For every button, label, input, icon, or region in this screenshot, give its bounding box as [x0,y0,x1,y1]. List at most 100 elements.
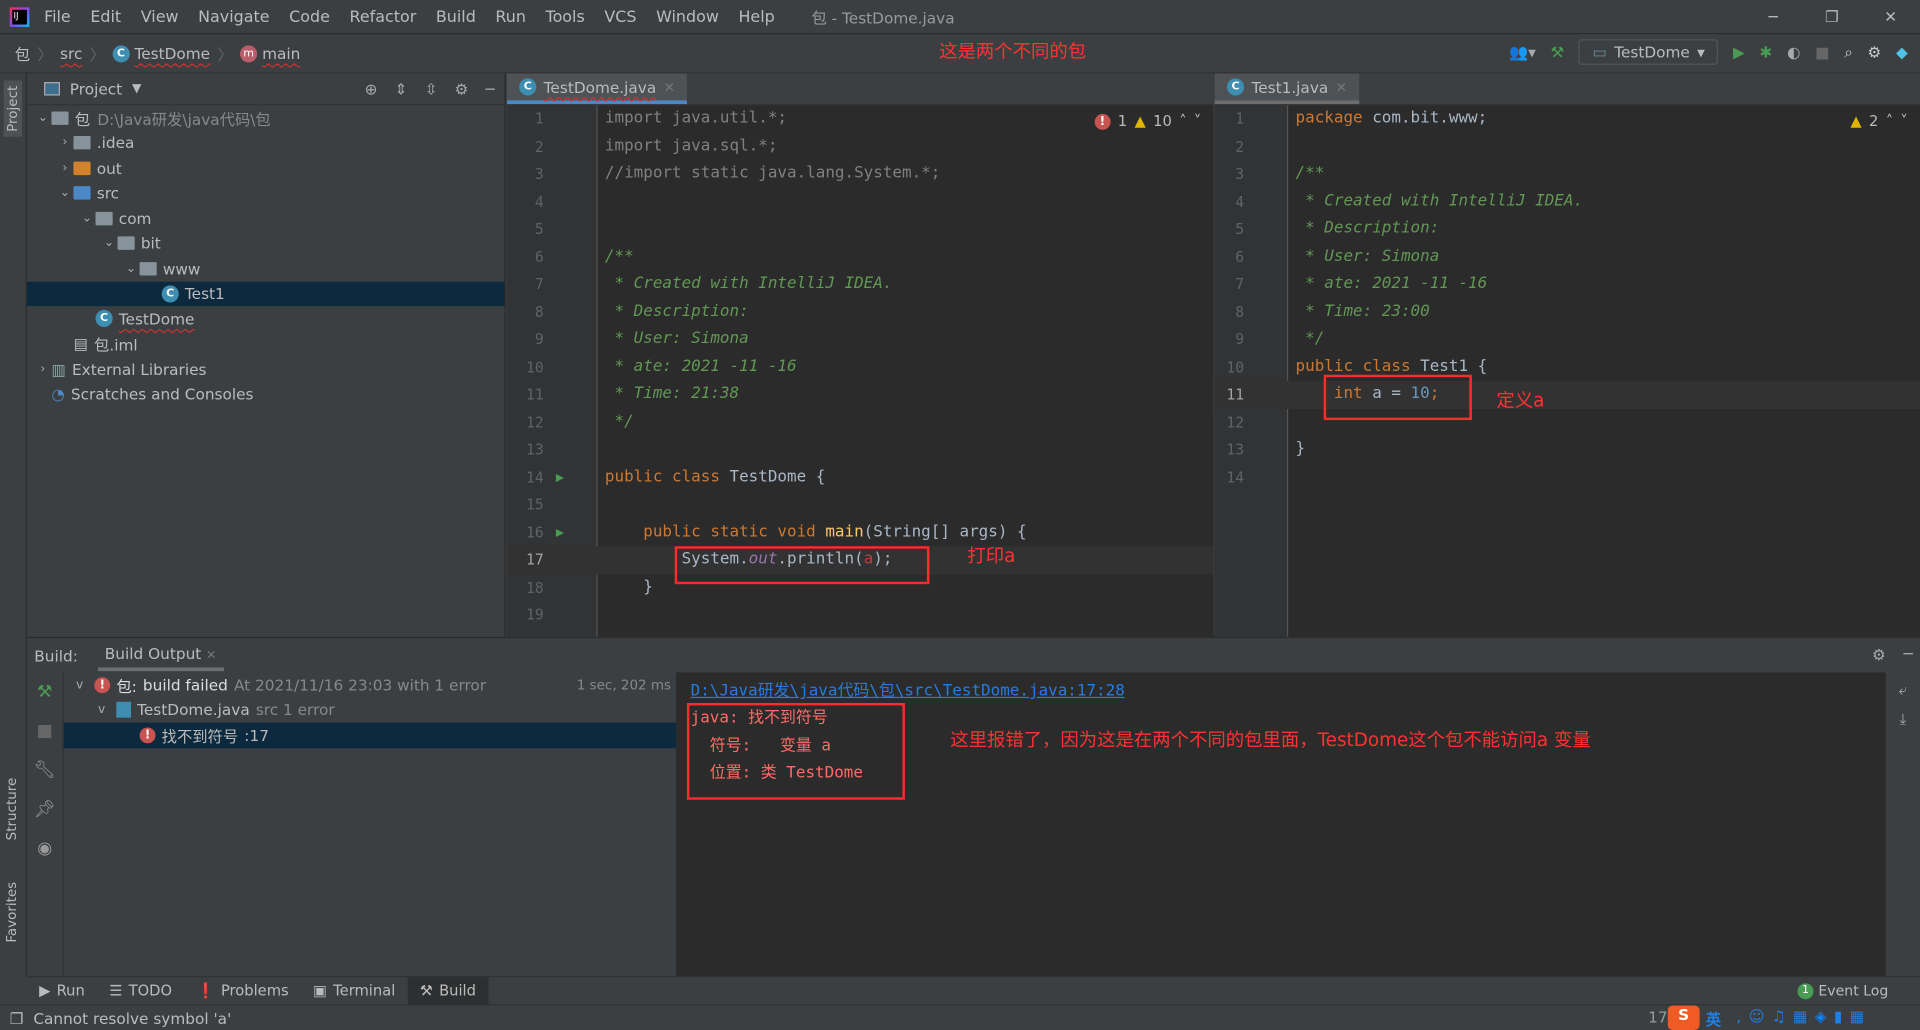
menu-file[interactable]: File [44,8,71,26]
code-line[interactable]: 3 /** [1215,160,1920,188]
breadcrumb-method[interactable]: m main [240,44,300,62]
event-log-button[interactable]: 1 Event Log [1797,982,1888,999]
coverage-icon[interactable]: ◐ [1787,43,1800,61]
menu-edit[interactable]: Edit [90,8,121,26]
search-icon[interactable]: ⌕ [1844,42,1853,62]
chevron-right-icon[interactable]: › [56,161,73,174]
code-line[interactable]: 10 public class Test1 { [1215,353,1920,381]
breadcrumb-root[interactable]: 包 [15,42,30,65]
build-tree-root[interactable]: v! 包: build failed At 2021/11/16 23:03 with… [64,672,676,697]
code-line[interactable]: 7 * Created with IntelliJ IDEA. [507,271,1214,299]
run-gutter-icon[interactable]: ▶ [556,464,564,492]
tool-tab-terminal[interactable]: ▣ Terminal [301,977,408,1005]
sogou-ime-icon[interactable]: S [1667,1005,1700,1030]
collapse-all-icon[interactable]: ⇳ [425,80,438,98]
code-line[interactable]: 1 package com.bit.www; [1215,105,1920,133]
rebuild-hammer-icon[interactable]: ⚒ [27,672,63,711]
wrench-icon[interactable]: 🔧︎ [27,751,63,790]
status-toggle-icon[interactable]: ❐ [10,1009,24,1027]
tool-tab-problems[interactable]: ❗ Problems [184,977,301,1005]
code-line[interactable]: 7 * ate: 2021 -11 -16 [1215,271,1920,299]
debug-icon[interactable]: ✱ [1760,43,1773,61]
code-line[interactable]: 11 int a = 10; [1214,380,1920,409]
eye-icon[interactable]: ◉ [27,829,63,868]
tab-build-output[interactable]: Build Output ✕ [97,639,224,672]
menu-navigate[interactable]: Navigate [198,8,269,26]
build-hammer-icon[interactable]: ⚒ [1550,43,1564,61]
chevron-right-icon[interactable]: › [56,136,73,149]
inspection-widget[interactable]: ! 1 ▲ 10 ˄ ˅ [1094,113,1201,130]
close-button[interactable]: ✕ [1861,0,1920,34]
menu-run[interactable]: Run [495,8,526,26]
minimize-button[interactable]: ─ [1744,0,1803,34]
code-line[interactable]: 12 */ [507,408,1214,436]
code-line[interactable]: 13} [1215,436,1920,464]
soft-wrap-icon[interactable]: ⤶ [1886,680,1920,700]
user-icon[interactable]: 👥▾ [1509,42,1536,62]
build-tree-file[interactable]: v TestDome.java src 1 error [64,697,676,722]
scroll-to-end-icon[interactable]: ⤓ [1886,709,1920,729]
expand-all-icon[interactable]: ⇕ [395,80,408,98]
code-line[interactable]: 14 ▶ public class TestDome { [507,464,1214,492]
chevron-down-icon[interactable]: ⌄ [100,237,117,250]
tree-item-out[interactable]: › out [27,156,505,181]
error-location-link[interactable]: D:\Java研发\java代码\包\src\TestDome.java:17:… [676,672,1886,705]
run-config-selector[interactable]: ▭ TestDome ▾ [1578,39,1719,65]
tree-item-bit[interactable]: ⌄ bit [27,231,505,256]
build-tree-error[interactable]: ! 找不到符号:17 [63,722,676,748]
tree-item-src[interactable]: ⌄ src [27,181,505,206]
tree-item-ExternalLibraries[interactable]: › ▥ External Libraries [27,356,505,381]
tool-tab-todo[interactable]: ☰ TODO [97,977,184,1005]
side-tab-project[interactable]: Project [3,80,23,137]
menu-build[interactable]: Build [436,8,476,26]
close-tab-icon[interactable]: ✕ [1336,79,1347,95]
code-line[interactable]: 9 * User: Simona [507,326,1214,354]
breadcrumb-src[interactable]: src [60,44,82,62]
ime-tools-icons[interactable]: ,☺♫▦◈▮▦ [1736,1007,1871,1025]
code-line[interactable]: 8 * Description: [507,298,1214,326]
code-line[interactable]: 12 [1215,408,1920,436]
run-icon[interactable]: ▶ [1733,43,1745,61]
menu-code[interactable]: Code [289,8,330,26]
hide-build-icon[interactable]: ─ [1903,644,1912,662]
settings-gear-icon[interactable]: ⚙ [1868,43,1882,61]
chevron-right-icon[interactable]: › [34,362,51,375]
menu-window[interactable]: Window [656,8,719,26]
chevron-down-icon[interactable]: ⌄ [122,262,139,275]
tab-test1-java[interactable]: C Test1.java ✕ [1214,73,1360,105]
code-line[interactable]: 3 //import static java.lang.System.*; [507,160,1214,188]
code-line[interactable]: 8 * Time: 23:00 [1215,298,1920,326]
ime-language[interactable]: 英 [1706,1007,1721,1030]
code-line[interactable]: 19 [507,601,1214,629]
chevron-down-icon[interactable]: ⌄ [56,186,73,199]
tree-item-iml[interactable]: ▤ 包.iml [27,331,505,356]
tree-item-ScratchesandConsoles[interactable]: ◔ Scratches and Consoles [27,381,505,406]
code-line[interactable]: 10 * ate: 2021 -11 -16 [507,353,1214,381]
chevron-down-icon[interactable]: ⌄ [34,111,51,124]
menu-help[interactable]: Help [738,8,774,26]
code-line[interactable]: 2 [1215,133,1920,161]
tree-item-com[interactable]: ⌄ com [27,206,505,231]
locate-icon[interactable]: ⊕ [365,80,378,98]
caret-position[interactable]: 17 [1648,1008,1667,1026]
side-tab-favorites[interactable]: Favorites [4,882,20,943]
code-line[interactable]: 6 * User: Simona [1215,243,1920,271]
tree-item-Test1[interactable]: C Test1 [26,281,505,307]
code-line[interactable]: 11 * Time: 21:38 [507,381,1214,409]
stop-icon[interactable]: ■ [1815,43,1829,61]
tree-item-www[interactable]: ⌄ www [27,256,505,281]
toolbox-icon[interactable]: ◆ [1896,43,1908,61]
code-line[interactable]: 14 [1215,464,1920,492]
code-line[interactable]: 15 [507,491,1214,519]
side-tab-structure[interactable]: Structure [4,778,20,841]
code-line[interactable]: 2 import java.sql.*; [507,133,1214,161]
tree-item-TestDome[interactable]: C TestDome [27,306,505,331]
inspection-widget-right[interactable]: ▲ 2 ˄ ˅ [1850,113,1907,130]
code-line[interactable]: 4 [507,188,1214,216]
pin-icon[interactable]: 📌︎ [27,790,63,829]
menu-vcs[interactable]: VCS [604,8,636,26]
tool-tab-run[interactable]: ▶ Run [27,977,97,1005]
code-line[interactable]: 13 [507,436,1214,464]
restore-button[interactable]: ❐ [1802,0,1861,34]
chevron-down-icon[interactable]: ⌄ [78,212,95,225]
